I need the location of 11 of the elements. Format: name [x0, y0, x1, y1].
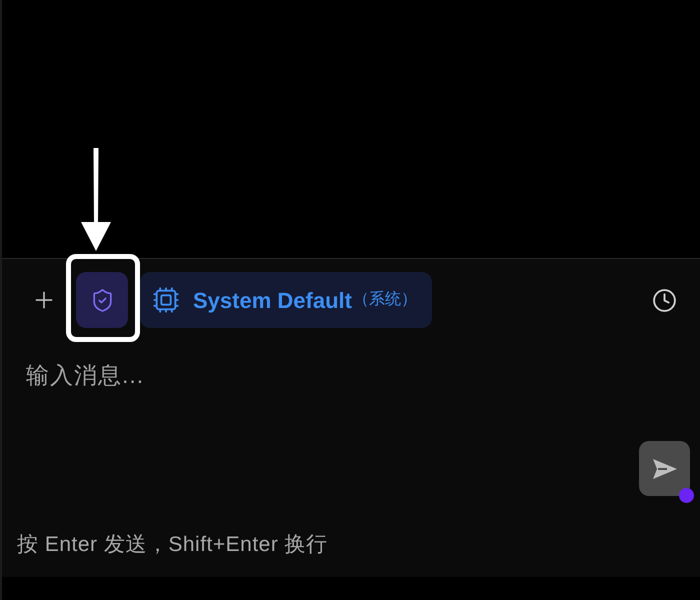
security-button[interactable]: [76, 272, 128, 328]
model-suffix: （系统）: [352, 290, 417, 310]
shortcut-hint: 按 Enter 发送，Shift+Enter 换行: [17, 533, 328, 556]
send-icon: [652, 458, 678, 480]
composer-box[interactable]: System Default（系统） 输入消息... 按 Enter 发送，Shift+Enter 换行: [2, 258, 700, 577]
model-name: System Default: [193, 286, 352, 315]
message-input[interactable]: 输入消息...: [2, 361, 639, 501]
chip-icon: [152, 286, 180, 314]
history-button[interactable]: [650, 286, 678, 314]
clock-icon: [652, 288, 676, 312]
model-chip[interactable]: System Default（系统）: [140, 272, 432, 328]
